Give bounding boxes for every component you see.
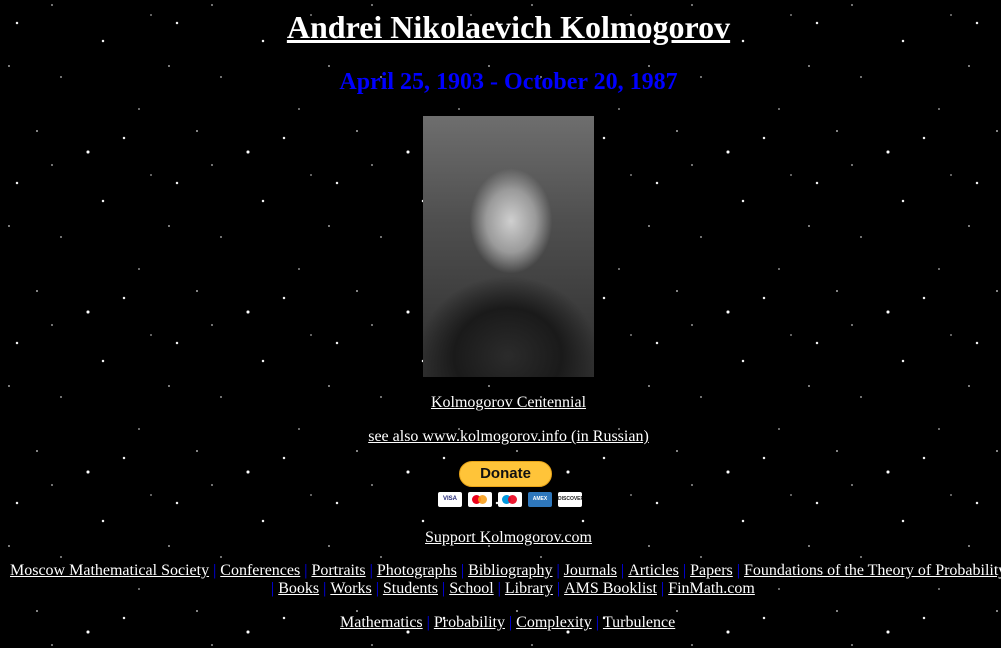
nav-separator: | xyxy=(304,562,308,579)
nav-separator: | xyxy=(213,562,217,579)
nav-separator: | xyxy=(375,580,379,597)
nav-link-turbulence[interactable]: Turbulence xyxy=(603,614,675,631)
kolmogorov-portrait-photo xyxy=(423,116,594,377)
nav-separator: | xyxy=(736,562,740,579)
support-link[interactable]: Support Kolmogorov.com xyxy=(425,529,592,546)
nav-link-ams-booklist[interactable]: AMS Booklist xyxy=(564,580,657,597)
nav-link-moscow-mathematical-society[interactable]: Moscow Mathematical Society xyxy=(10,562,209,579)
nav-link-school[interactable]: School xyxy=(449,580,493,597)
nav-separator: | xyxy=(442,580,446,597)
see-also-link[interactable]: see also www.kolmogorov.info (in Russian… xyxy=(368,428,649,445)
amex-card-icon: AMEX xyxy=(528,492,552,507)
nav-separator: | xyxy=(556,562,560,579)
mastercard-icon xyxy=(468,492,492,507)
donate-button[interactable]: Donate xyxy=(459,461,552,487)
centennial-link[interactable]: Kolmogorov Centennial xyxy=(431,394,586,411)
nav-link-articles[interactable]: Articles xyxy=(628,562,679,579)
nav-link-photographs[interactable]: Photographs xyxy=(377,562,457,579)
nav-separator: | xyxy=(369,562,373,579)
nav-link-papers[interactable]: Papers xyxy=(690,562,733,579)
page-title[interactable]: Andrei Nikolaevich Kolmogorov xyxy=(0,9,1001,45)
nav-separator: | xyxy=(682,562,687,579)
centennial-line: Kolmogorov Centennial xyxy=(0,394,1001,412)
nav-link-library[interactable]: Library xyxy=(505,580,553,597)
nav-link-students[interactable]: Students xyxy=(383,580,438,597)
nav-link-probability[interactable]: Probability xyxy=(434,614,505,631)
nav-link-books[interactable]: Books xyxy=(278,580,319,597)
discover-card-icon: DISCOVER xyxy=(558,492,582,507)
nav-separator: | xyxy=(660,580,665,597)
nav-separator: | xyxy=(508,614,513,631)
page-title-link[interactable]: Andrei Nikolaevich Kolmogorov xyxy=(287,9,730,45)
nav-row-1: Moscow Mathematical Society | Conferences |… xyxy=(10,562,1001,580)
life-dates: April 25, 1903 - October 20, 1987 xyxy=(339,69,678,95)
nav-link-conferences[interactable]: Conferences xyxy=(220,562,300,579)
nav-link-finmath[interactable]: FinMath.com xyxy=(668,580,755,597)
payment-cards: VISA AMEX DISCOVER xyxy=(438,492,582,508)
nav-link-complexity[interactable]: Complexity xyxy=(516,614,592,631)
nav-link-mathematics[interactable]: Mathematics xyxy=(340,614,423,631)
nav-link-works[interactable]: Works xyxy=(330,580,371,597)
nav-separator: | xyxy=(426,614,430,631)
nav-link-portraits[interactable]: Portraits xyxy=(311,562,365,579)
nav-separator: | xyxy=(271,580,275,597)
nav-separator: | xyxy=(556,580,561,597)
nav-separator: | xyxy=(621,562,625,579)
nav-link-journals[interactable]: Journals xyxy=(564,562,617,579)
nav-separator: | xyxy=(497,580,501,597)
nav-separator: | xyxy=(460,562,465,579)
nav-separator: | xyxy=(595,614,599,631)
page: Andrei Nikolaevich Kolmogorov April 25, … xyxy=(0,0,1001,648)
support-line: Support Kolmogorov.com xyxy=(0,529,1001,547)
nav-separator: | xyxy=(323,580,327,597)
nav-row-3: Mathematics | Probability | Complexity | Turbu… xyxy=(340,614,675,632)
nav-link-bibliography[interactable]: Bibliography xyxy=(468,562,552,579)
maestro-icon xyxy=(498,492,522,507)
see-also-line: see also www.kolmogorov.info (in Russian… xyxy=(0,428,1001,446)
nav-row-2: | Books | Works | Students | School | Library | AMS… xyxy=(267,580,755,598)
nav-link-foundations[interactable]: Foundations of the Theory of Probability xyxy=(744,562,1001,579)
visa-card-icon: VISA xyxy=(438,492,462,507)
